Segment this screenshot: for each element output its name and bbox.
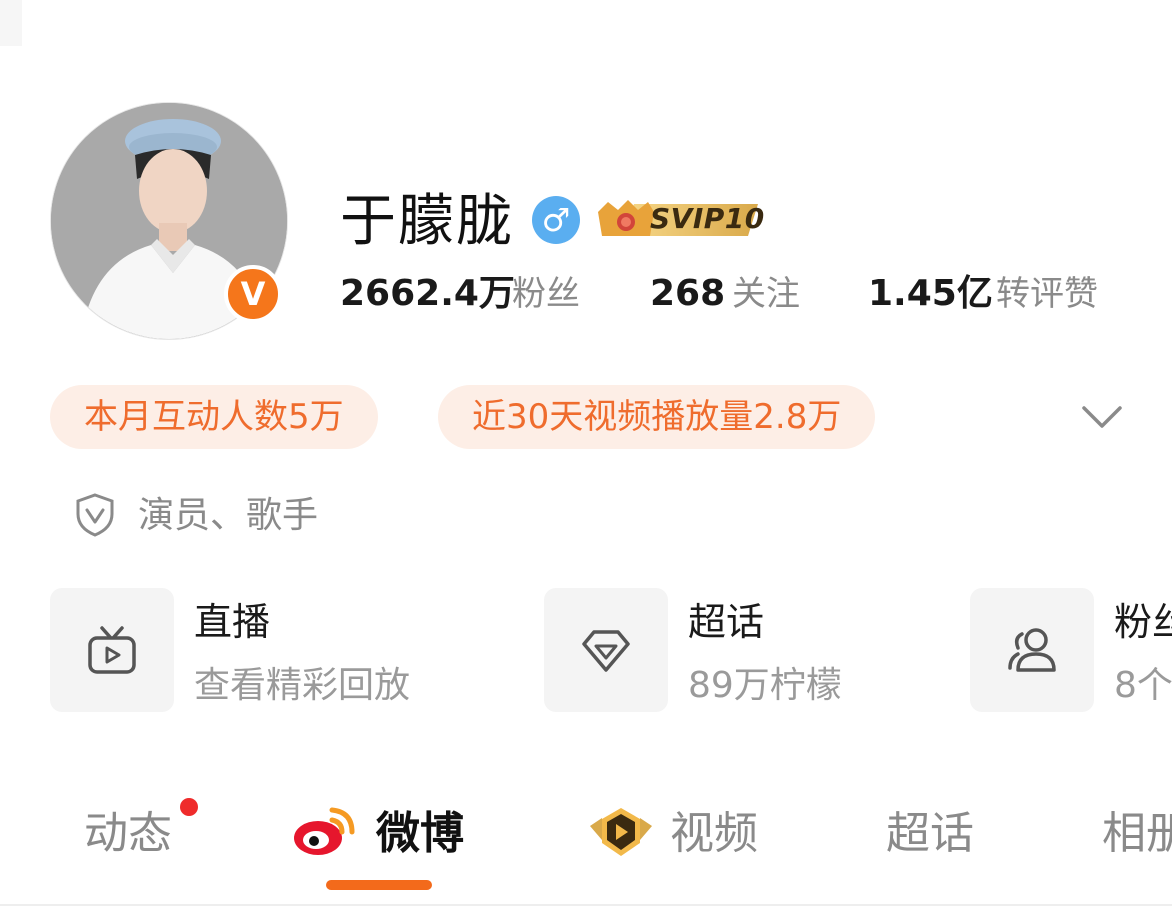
- following-label[interactable]: 关注: [732, 272, 800, 316]
- profile-name: 于朦胧: [340, 189, 514, 254]
- tab-album[interactable]: 相册: [1102, 806, 1172, 862]
- supertopic-card-subtitle[interactable]: 89万柠檬: [688, 662, 842, 710]
- live-card-title[interactable]: 直播: [194, 598, 270, 646]
- svip-level: SVIP10: [650, 202, 765, 235]
- live-card-icon-box[interactable]: [50, 588, 174, 712]
- following-count[interactable]: 268: [650, 272, 725, 316]
- fans-card-subtitle[interactable]: 8个: [1114, 662, 1172, 710]
- tab-dynamics[interactable]: 动态: [84, 806, 172, 862]
- tv-icon: [88, 626, 136, 674]
- tab-video[interactable]: 视频: [670, 806, 758, 862]
- tab-supertopic[interactable]: 超话: [886, 806, 974, 862]
- fans-card-title[interactable]: 粉丝: [1114, 598, 1172, 646]
- verified-badge-icon: V: [224, 265, 282, 323]
- top-edge: [0, 0, 22, 46]
- shield-icon: [76, 493, 114, 537]
- fans-card-icon-box[interactable]: [970, 588, 1094, 712]
- people-icon: [1008, 628, 1056, 672]
- followers-count[interactable]: 2662.4万: [340, 272, 515, 316]
- verification-info: 演员、歌手: [138, 495, 319, 536]
- interactions-label[interactable]: 转评赞: [996, 272, 1098, 316]
- divider: [0, 904, 1172, 906]
- notification-dot: [180, 798, 198, 816]
- monthly-interaction-pill[interactable]: 本月互动人数5万: [50, 385, 378, 449]
- live-card-subtitle[interactable]: 查看精彩回放: [194, 662, 410, 710]
- chevron-down-icon[interactable]: [1080, 400, 1124, 434]
- active-tab-indicator: [326, 880, 432, 890]
- supertopic-card-icon-box[interactable]: [544, 588, 668, 712]
- interactions-count[interactable]: 1.45亿: [868, 272, 993, 316]
- video-badge-icon: [590, 808, 652, 856]
- tab-weibo[interactable]: 微博: [376, 806, 464, 862]
- video-plays-pill[interactable]: 近30天视频播放量2.8万: [438, 385, 876, 449]
- supertopic-card-title[interactable]: 超话: [688, 598, 764, 646]
- male-icon: ♂: [532, 196, 580, 244]
- diamond-icon: [582, 630, 630, 672]
- followers-label[interactable]: 粉丝: [512, 272, 580, 316]
- weibo-logo-icon: [294, 807, 355, 855]
